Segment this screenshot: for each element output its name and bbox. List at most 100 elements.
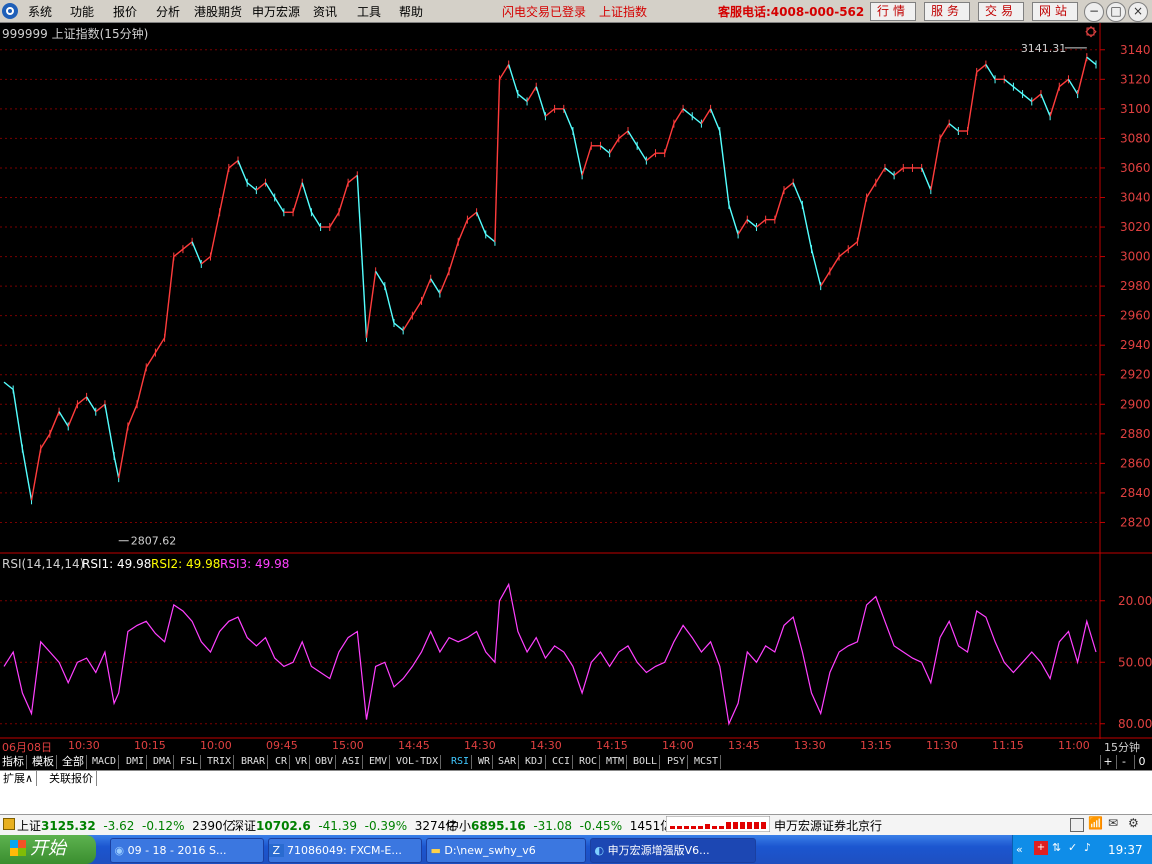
indicator-tab-模板[interactable]: 模板 — [30, 755, 57, 769]
indicator-tab-macd[interactable]: MACD — [90, 755, 120, 769]
taskbar-item-browser[interactable]: ◉ 09 - 18 - 2016 S... — [110, 838, 264, 863]
indicator-tab-cr[interactable]: CR — [273, 755, 291, 769]
related-quote-tab[interactable]: 关联报价 — [46, 771, 97, 786]
candle — [430, 278, 441, 294]
indicator-tab-trix[interactable]: TRIX — [205, 755, 235, 769]
candle — [329, 211, 340, 228]
candle — [457, 219, 469, 243]
indicator-tab-obv[interactable]: OBV — [313, 755, 337, 769]
indicator-tab-dma[interactable]: DMA — [151, 755, 175, 769]
indicator-tab-fsl[interactable]: FSL — [178, 755, 202, 769]
candle — [173, 248, 184, 258]
market-button[interactable]: 行情 — [870, 2, 916, 21]
sz-index-quote[interactable]: 深证10702.6 -41.39 -0.39% 3274亿 — [232, 817, 457, 834]
extension-tab[interactable]: 扩展∧ — [0, 771, 38, 786]
sh-price: 3125.32 — [41, 819, 96, 833]
zoom-in-button[interactable]: + — [1100, 755, 1115, 769]
indicator-tab-mcst[interactable]: MCST — [692, 755, 722, 769]
period-label[interactable]: 15分钟 — [1104, 739, 1140, 755]
candle — [921, 167, 932, 191]
tray-sync-icon[interactable]: ✓ — [1068, 841, 1077, 854]
indicator-tab-asi[interactable]: ASI — [340, 755, 364, 769]
candle — [1058, 78, 1069, 88]
rsi-tick-label: 50.00 — [1118, 655, 1152, 669]
signal-icon[interactable]: 📶 — [1088, 816, 1103, 830]
indicator-tab-全部[interactable]: 全部 — [60, 755, 87, 769]
tray-expand-icon[interactable]: « — [1016, 843, 1023, 856]
close-icon[interactable]: × — [1128, 2, 1148, 22]
indicator-tab-sar[interactable]: SAR — [496, 755, 520, 769]
taskbar-item-swhy[interactable]: ◐ 申万宏源增强版V6... — [590, 838, 756, 863]
message-icon[interactable]: ✉ — [1108, 816, 1122, 830]
service-button[interactable]: 服务 — [924, 2, 970, 21]
menu-function[interactable]: 功能 — [70, 3, 94, 20]
candle — [95, 403, 106, 413]
rsi1-value: RSI1: 49.98 — [82, 557, 152, 571]
menu-help[interactable]: 帮助 — [399, 3, 423, 20]
menu-system[interactable]: 系统 — [28, 3, 52, 20]
date-tick: 11:30 — [926, 739, 958, 752]
candle — [439, 271, 450, 294]
settings-icon[interactable]: ⚙ — [1128, 816, 1142, 830]
fxcm-icon: Z — [269, 844, 284, 857]
candle — [645, 152, 656, 162]
candle — [544, 108, 556, 117]
candle — [498, 64, 510, 80]
taskbar-item-folder[interactable]: ▬ D:\new_swhy_v6 — [426, 838, 586, 863]
indicator-tab-vr[interactable]: VR — [293, 755, 311, 769]
website-button[interactable]: 网站 — [1032, 2, 1078, 21]
tray-volume-icon[interactable]: ♪ — [1084, 841, 1091, 854]
price-tick-label: 3120 — [1120, 72, 1151, 86]
candle — [838, 248, 849, 258]
candle — [1003, 78, 1014, 88]
date-tick: 14:00 — [662, 739, 694, 752]
indicator-tab-dmi[interactable]: DMI — [124, 755, 148, 769]
indicator-tab-boll[interactable]: BOLL — [631, 755, 661, 769]
app-logo-icon[interactable] — [2, 3, 18, 19]
extension-panel — [0, 787, 1152, 814]
indicator-tab-vol-tdx[interactable]: VOL-TDX — [394, 755, 442, 769]
tray-app-icon[interactable]: + — [1034, 841, 1048, 855]
taskbar-item-fxcm[interactable]: Z 71086049: FXCM-E... — [268, 838, 422, 863]
candle — [494, 79, 501, 242]
indicator-tab-brar[interactable]: BRAR — [239, 755, 269, 769]
menu-hk-futures[interactable]: 港股期货 — [194, 3, 242, 20]
candle — [49, 411, 60, 435]
candle — [746, 219, 757, 228]
minimize-icon[interactable]: − — [1084, 2, 1104, 22]
lock-icon[interactable] — [3, 818, 15, 830]
indicator-tab-emv[interactable]: EMV — [367, 755, 391, 769]
candle — [618, 130, 629, 139]
menu-tools[interactable]: 工具 — [357, 3, 381, 20]
chart-area[interactable]: 3141.31 2807.62 3140 3120 3100 3080 3060 3040 3… — [0, 23, 1152, 739]
candle — [1031, 93, 1042, 103]
menu-quote[interactable]: 报价 — [113, 3, 137, 20]
sz-price: 10702.6 — [256, 819, 311, 833]
reset-button[interactable]: 0 — [1134, 755, 1149, 769]
indicator-tab-wr[interactable]: WR — [476, 755, 494, 769]
candle — [104, 404, 115, 457]
indicator-tab-roc[interactable]: ROC — [577, 755, 601, 769]
indicator-tab-指标[interactable]: 指标 — [0, 755, 27, 769]
restore-icon[interactable]: □ — [1106, 2, 1126, 22]
sh-index-quote[interactable]: 上证3125.32 -3.62 -0.12% 2390亿 — [17, 817, 235, 834]
candle — [756, 219, 767, 228]
menu-analysis[interactable]: 分析 — [156, 3, 180, 20]
start-button[interactable]: 开始 — [0, 835, 96, 864]
menu-swhy[interactable]: 申万宏源 — [252, 3, 300, 20]
menu-info[interactable]: 资讯 — [313, 3, 337, 20]
indicator-tab-mtm[interactable]: MTM — [604, 755, 628, 769]
candle — [682, 108, 693, 117]
zoom-out-button[interactable]: - — [1116, 755, 1131, 769]
zx-index-quote[interactable]: 中小6895.16 -31.08 -0.45% 1451亿 — [447, 817, 672, 834]
window-icon[interactable] — [1070, 818, 1084, 832]
indicator-tab-psy[interactable]: PSY — [665, 755, 689, 769]
indicator-tab-cci[interactable]: CCI — [550, 755, 574, 769]
candle — [246, 182, 257, 191]
trade-button[interactable]: 交易 — [978, 2, 1024, 21]
price-tick-label: 3100 — [1120, 102, 1151, 116]
tray-network-icon[interactable]: ⇅ — [1052, 841, 1061, 854]
indicator-tab-kdj[interactable]: KDJ — [523, 755, 547, 769]
indicator-tab-rsi[interactable]: RSI — [449, 755, 473, 769]
date-tick: 14:30 — [464, 739, 496, 752]
